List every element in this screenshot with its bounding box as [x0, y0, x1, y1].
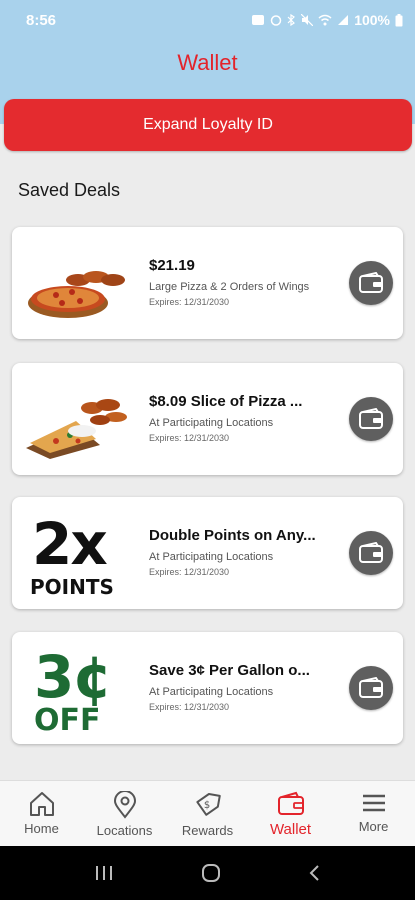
back-icon[interactable] [307, 863, 323, 883]
home-system-icon[interactable] [200, 862, 222, 884]
deal-subtitle: At Participating Locations [149, 686, 274, 698]
status-icons: 100% [251, 12, 403, 28]
deal-title: Save 3¢ Per Gallon o... [149, 662, 310, 679]
rewards-tag-icon: $ [195, 792, 221, 816]
wallet-icon [359, 542, 383, 563]
home-icon [29, 792, 54, 816]
status-time: 8:56 [26, 12, 57, 29]
nav-locations[interactable]: Locations [83, 781, 166, 846]
deal-expires: Expires: 12/31/2030 [149, 702, 230, 712]
nav-label: Home [24, 821, 59, 836]
promo-points-text: POINTS [30, 575, 114, 599]
nav-wallet[interactable]: Wallet [249, 781, 332, 846]
nav-label: Locations [96, 823, 153, 838]
nav-rewards[interactable]: $ Rewards [166, 781, 249, 846]
deal-text: $21.19 Large Pizza & 2 Orders of Wings E… [149, 257, 344, 307]
deal-text: Double Points on Any... At Participating… [149, 527, 344, 577]
nav-home[interactable]: Home [0, 781, 83, 846]
nav-label: Rewards [181, 823, 234, 838]
deal-card[interactable]: $21.19 Large Pizza & 2 Orders of Wings E… [12, 227, 403, 339]
wallet-icon [277, 791, 304, 815]
pizza-and-wings-image [28, 271, 125, 318]
wallet-icon [359, 272, 383, 293]
add-to-wallet-button[interactable] [349, 531, 393, 575]
battery-icon [395, 13, 403, 26]
2x-points-graphic: 2x POINTS [20, 507, 138, 599]
deal-card[interactable]: $8.09 Slice of Pizza ... At Participatin… [12, 363, 403, 475]
deal-subtitle: Large Pizza & 2 Orders of Wings [149, 281, 310, 293]
bottom-navigation: Home Locations $ Rewards Wallet More [0, 780, 415, 846]
slice-and-wings-image [26, 399, 127, 459]
3-cent-off-graphic: 3¢ OFF [20, 642, 138, 738]
nav-more[interactable]: More [332, 781, 415, 846]
deal-title: Double Points on Any... [149, 527, 316, 544]
deal-title: $21.19 [149, 257, 195, 274]
recent-apps-icon[interactable] [93, 863, 115, 883]
promo-3-cent-text: 3¢ [34, 643, 113, 711]
deal-text: $8.09 Slice of Pizza ... At Participatin… [149, 393, 344, 443]
wallet-icon [359, 408, 383, 429]
notification-icon [252, 15, 265, 25]
battery-percent: 100% [354, 12, 390, 28]
add-to-wallet-button[interactable] [349, 261, 393, 305]
alarm-icon [270, 15, 282, 26]
deal-card[interactable]: 3¢ OFF Save 3¢ Per Gallon o... At Partic… [12, 632, 403, 744]
deal-subtitle: At Participating Locations [149, 417, 274, 429]
deal-expires: Expires: 12/31/2030 [149, 297, 230, 307]
saved-deals-heading: Saved Deals [18, 180, 121, 200]
deal-expires: Expires: 12/31/2030 [149, 567, 230, 577]
system-navigation-bar [0, 846, 415, 900]
location-pin-icon [113, 791, 136, 819]
menu-icon [362, 794, 385, 812]
promo-2x-text: 2x [32, 510, 108, 578]
wifi-icon [318, 14, 332, 26]
svg-text:$: $ [203, 800, 209, 811]
expand-loyalty-id-button[interactable]: Expand Loyalty ID [4, 99, 412, 151]
promo-off-text: OFF [34, 703, 101, 738]
deal-expires: Expires: 12/31/2030 [149, 433, 230, 443]
status-bar: 8:56 100% [0, 0, 415, 40]
deal-subtitle: At Participating Locations [149, 551, 274, 563]
wallet-icon [359, 677, 383, 698]
add-to-wallet-button[interactable] [349, 666, 393, 710]
nav-label: More [358, 819, 389, 834]
deal-title: $8.09 Slice of Pizza ... [149, 393, 303, 410]
add-to-wallet-button[interactable] [349, 397, 393, 441]
deal-card[interactable]: 2x POINTS Double Points on Any... At Par… [12, 497, 403, 609]
deal-text: Save 3¢ Per Gallon o... At Participating… [149, 662, 344, 712]
mute-icon [301, 14, 314, 26]
page-title: Wallet [177, 50, 238, 75]
signal-icon [338, 15, 349, 25]
nav-label: Wallet [269, 821, 312, 838]
bluetooth-icon [287, 14, 296, 26]
